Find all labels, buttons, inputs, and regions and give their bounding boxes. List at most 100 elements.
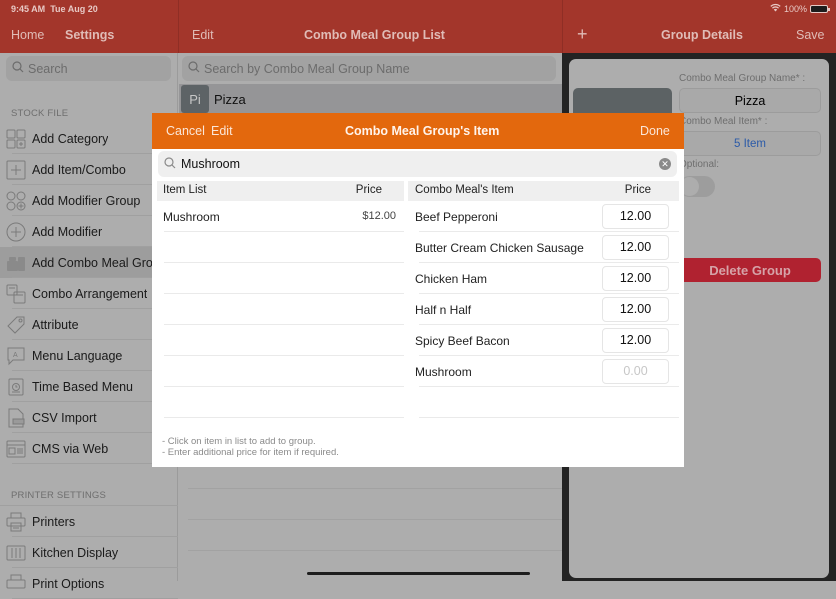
- printer-icon: [6, 512, 26, 532]
- combo-item-row[interactable]: Spicy Beef Bacon 12.00: [407, 325, 679, 356]
- sidebar-item-label: Printers: [32, 514, 76, 529]
- sidebar-item-kitchen-display[interactable]: Kitchen Display: [0, 537, 178, 568]
- item-list-row[interactable]: Mushroom $12.00: [152, 201, 404, 232]
- group-badge: Pi: [181, 85, 209, 113]
- battery-percent: 100%: [783, 3, 807, 14]
- row-divider: [188, 488, 562, 489]
- combo-item-selector[interactable]: 5 Item: [679, 131, 821, 156]
- csv-file-icon: [6, 408, 26, 428]
- sidebar-item-label: Add Item/Combo: [32, 162, 126, 177]
- divider: [178, 0, 179, 53]
- combo-item-row[interactable]: Chicken Ham 12.00: [407, 263, 679, 294]
- save-button[interactable]: Save: [796, 28, 825, 42]
- cancel-button[interactable]: Cancel: [166, 124, 205, 138]
- edit-list-button[interactable]: Edit: [192, 28, 214, 42]
- delete-group-button[interactable]: Delete Group: [679, 258, 821, 282]
- combo-group-search-input[interactable]: Search by Combo Meal Group Name: [182, 56, 556, 81]
- group-name-field[interactable]: Pizza: [679, 88, 821, 113]
- group-details-title: Group Details: [661, 28, 743, 42]
- combo-item-row[interactable]: Half n Half 12.00: [407, 294, 679, 325]
- sidebar-item-label: Time Based Menu: [32, 379, 133, 394]
- sidebar-item-label: Menu Language: [32, 348, 123, 363]
- sidebar-item-label: Add Category: [32, 131, 109, 146]
- item-list-title: Item List: [163, 184, 207, 196]
- sidebar-item-label: Combo Arrangement: [32, 286, 148, 301]
- combo-item-row[interactable]: Mushroom 0.00: [407, 356, 679, 387]
- combo-item-row[interactable]: Butter Cream Chicken Sausage 12.00: [407, 232, 679, 263]
- combo-item-price-input[interactable]: 12.00: [602, 204, 669, 229]
- wifi-icon: [770, 3, 781, 14]
- clock-menu-icon: [6, 377, 26, 397]
- search-placeholder: Search by Combo Meal Group Name: [204, 61, 410, 76]
- row-divider: [419, 417, 679, 418]
- item-price: $12.00: [362, 210, 396, 222]
- web-window-icon: [6, 439, 26, 459]
- search-placeholder: Search: [28, 61, 68, 76]
- group-name: Pizza: [214, 91, 246, 107]
- edit-button[interactable]: Edit: [211, 124, 233, 138]
- empty-row: [152, 356, 404, 387]
- search-icon: [12, 61, 24, 76]
- add-group-button[interactable]: +: [577, 24, 588, 45]
- language-bubble-icon: A: [6, 346, 26, 366]
- combo-item-name: Chicken Ham: [415, 272, 488, 286]
- hint-text: - Click on item in list to add to group.: [162, 436, 316, 447]
- sidebar-item-label: Add Modifier Group: [32, 193, 141, 208]
- combo-meal-icon: [6, 253, 26, 273]
- item-search-input[interactable]: Mushroom ✕: [158, 151, 677, 177]
- sidebar-search-input[interactable]: Search: [6, 56, 171, 81]
- search-value: Mushroom: [181, 157, 241, 171]
- clear-search-icon[interactable]: ✕: [659, 158, 671, 170]
- combo-item-name: Half n Half: [415, 303, 472, 317]
- combo-list-title: Combo Meal Group List: [304, 28, 445, 42]
- kitchen-display-icon: [6, 543, 26, 563]
- hint-text: - Enter additional price for item if req…: [162, 447, 339, 458]
- item-list-header: Item List Price: [157, 181, 404, 201]
- plus-circle-icon: [6, 222, 26, 242]
- empty-row: [152, 294, 404, 325]
- combo-items-header: Combo Meal's Item Price: [408, 181, 679, 201]
- combo-group-row[interactable]: Pi Pizza: [179, 84, 562, 114]
- sidebar-item-label: Add Modifier: [32, 224, 103, 239]
- combo-item-row[interactable]: Beef Pepperoni 12.00: [407, 201, 679, 232]
- modifier-group-icon: [6, 191, 26, 211]
- item-list-price-header: Price: [355, 184, 382, 196]
- combo-item-price-input[interactable]: 12.00: [602, 266, 669, 291]
- sidebar-item-label: Add Combo Meal Group: [32, 255, 167, 270]
- sidebar-item-label: Print Options: [32, 576, 105, 591]
- sidebar-item-label: CMS via Web: [32, 441, 109, 456]
- battery-icon: [810, 4, 830, 13]
- optional-toggle[interactable]: [679, 176, 715, 197]
- combo-items-title: Combo Meal's Item: [415, 184, 514, 196]
- combo-item-name: Butter Cream Chicken Sausage: [415, 241, 584, 255]
- combo-item-price-input[interactable]: 12.00: [602, 297, 669, 322]
- print-options-icon: [6, 574, 26, 594]
- sidebar-item-print-options[interactable]: Print Options: [0, 568, 178, 599]
- settings-title: Settings: [65, 28, 115, 42]
- done-button[interactable]: Done: [640, 124, 670, 138]
- section-stock-file: STOCK FILE: [11, 108, 69, 119]
- plus-square-icon: [6, 160, 26, 180]
- optional-label: Optional:: [679, 159, 720, 170]
- combo-items-price-header: Price: [624, 184, 651, 196]
- combo-item-price-input[interactable]: 12.00: [602, 235, 669, 260]
- arrangement-icon: [6, 284, 26, 304]
- search-icon: [164, 156, 176, 172]
- empty-row: [152, 232, 404, 263]
- sidebar-item-printers[interactable]: Printers: [0, 506, 178, 537]
- empty-row: [152, 325, 404, 356]
- combo-item-name: Mushroom: [415, 365, 472, 379]
- row-divider: [188, 550, 562, 551]
- status-indicators: 100%: [770, 3, 830, 14]
- combo-item-price-input[interactable]: 0.00: [602, 359, 669, 384]
- combo-item-name: Spicy Beef Bacon: [415, 334, 510, 348]
- combo-item-price-input[interactable]: 12.00: [602, 328, 669, 353]
- home-indicator[interactable]: [307, 572, 530, 575]
- combo-item-label: Combo Meal Item* :: [679, 116, 768, 127]
- search-icon: [188, 61, 200, 76]
- svg-text:A: A: [13, 352, 18, 359]
- group-image-placeholder[interactable]: [573, 88, 672, 115]
- home-button[interactable]: Home: [11, 28, 44, 42]
- modal-header: Cancel Edit Combo Meal Group's Item Done: [152, 113, 684, 149]
- row-divider: [164, 417, 404, 418]
